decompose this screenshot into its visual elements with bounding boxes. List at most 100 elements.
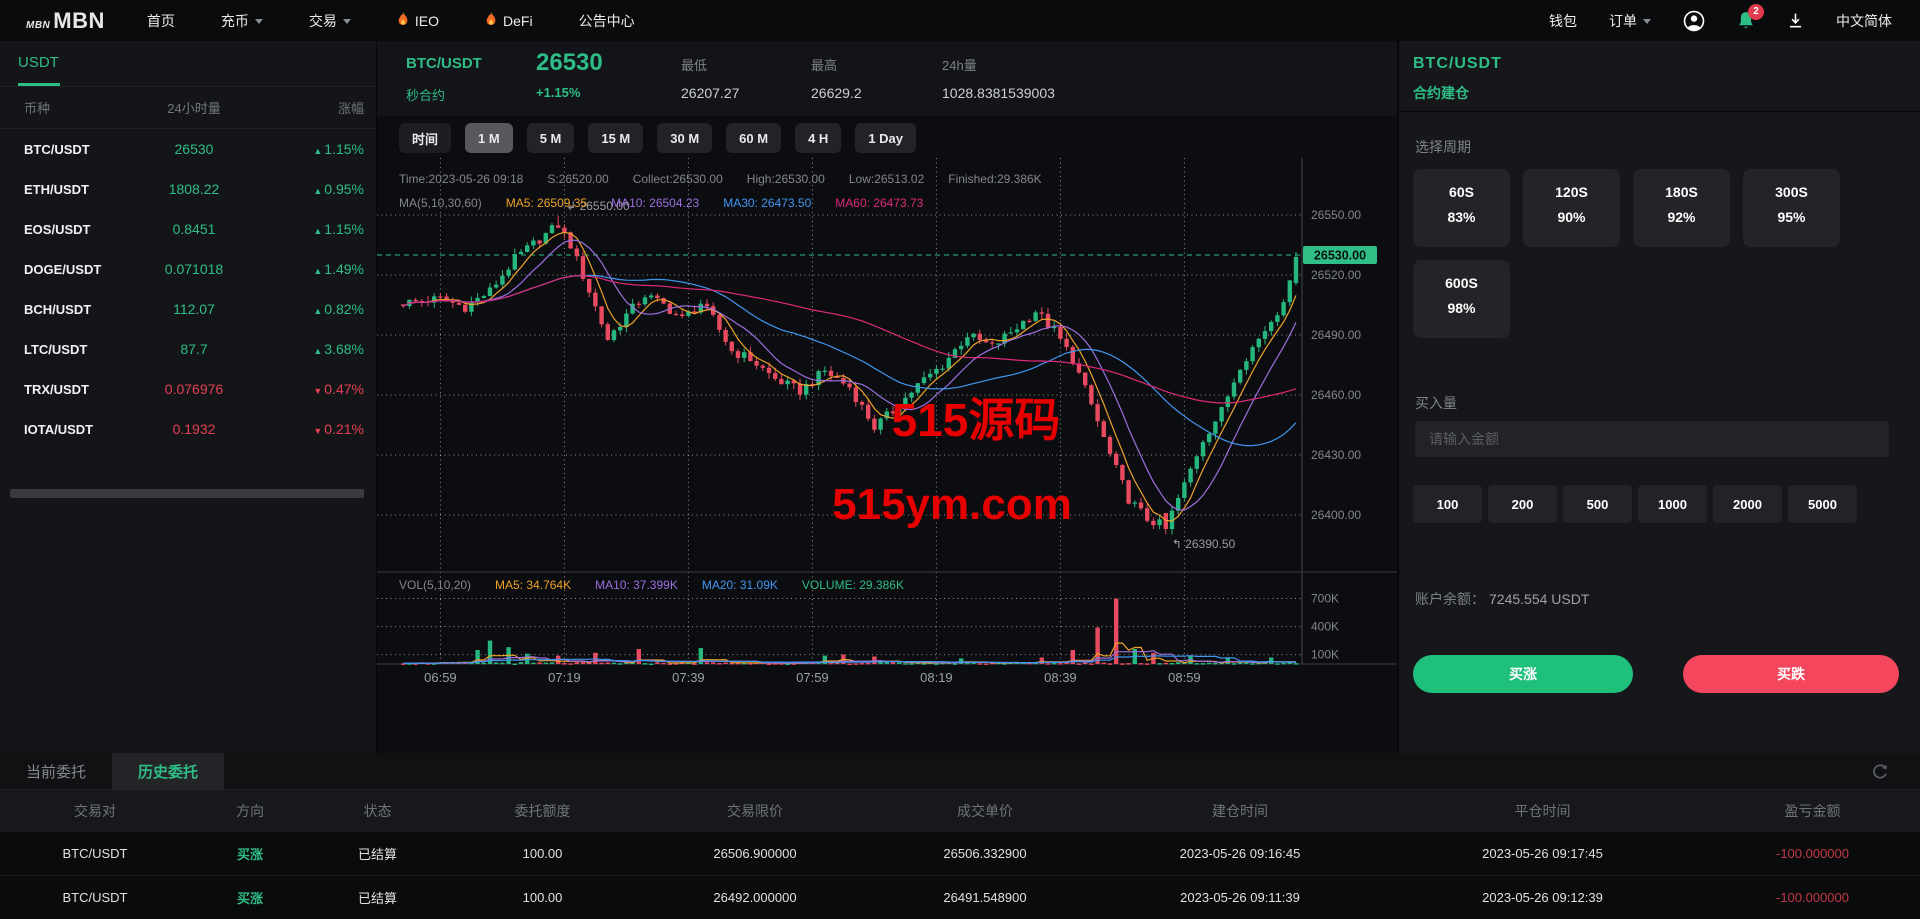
- order-row: BTC/USDT买涨已结算100.0026506.90000026506.332…: [0, 832, 1920, 876]
- svg-text:26460.00: 26460.00: [1311, 388, 1361, 402]
- pair-row-trx[interactable]: TRX/USDT0.076976▼0.47%: [0, 369, 376, 409]
- pair-volume: 26530: [137, 141, 250, 157]
- timeframe-1day[interactable]: 1 Day: [855, 123, 916, 153]
- pair-row-eth[interactable]: ETH/USDT1808.22▲0.95%: [0, 169, 376, 209]
- order-cell: BTC/USDT: [0, 846, 190, 861]
- svg-text:26530.00: 26530.00: [1314, 249, 1366, 263]
- top-navbar: MBN MBN 首页 充币 交易 IEO DeFi 公告中心 钱包 订单 2 中文简体: [0, 0, 1920, 41]
- orders-col: 成交单价: [870, 801, 1100, 821]
- pair-row-eos[interactable]: EOS/USDT0.8451▲1.15%: [0, 209, 376, 249]
- timeframe-30m[interactable]: 30 M: [657, 123, 712, 153]
- nav-item-1[interactable]: 首页: [147, 11, 175, 31]
- chart-symbol: BTC/USDT: [406, 55, 482, 72]
- amount-label: 买入量: [1415, 393, 1457, 413]
- orders-tab-history[interactable]: 历史委托: [112, 753, 224, 790]
- col-volume: 24小时量: [137, 98, 250, 117]
- order-cell: 已结算: [310, 844, 445, 863]
- quick-amount-5000[interactable]: 5000: [1788, 485, 1857, 523]
- quick-amount-2000[interactable]: 2000: [1713, 485, 1782, 523]
- svg-text:700K: 700K: [1311, 592, 1339, 606]
- timeframe-1m[interactable]: 1 M: [465, 123, 513, 153]
- nav-item-orders[interactable]: 订单: [1609, 11, 1651, 31]
- language-selector[interactable]: 中文简体: [1836, 11, 1892, 31]
- buy-up-button[interactable]: 买涨: [1413, 655, 1633, 693]
- amount-input[interactable]: [1415, 421, 1889, 457]
- pair-name: DOGE/USDT: [24, 262, 137, 277]
- period-card-600s[interactable]: 600S98%: [1413, 260, 1510, 338]
- period-name: 60S: [1413, 184, 1510, 200]
- tab-usdt[interactable]: USDT: [18, 54, 59, 71]
- period-card-180s[interactable]: 180S92%: [1633, 169, 1730, 247]
- triangle-up-icon: ▲: [313, 226, 322, 236]
- period-card-60s[interactable]: 60S 83%: [1413, 169, 1510, 247]
- brand-logo-text: MBN: [53, 8, 105, 34]
- orders-section: 当前委托历史委托 交易对方向状态委托额度交易限价成交单价建仓时间平仓时间盈亏金额…: [0, 753, 1920, 919]
- info-segment: MA10: 37.399K: [595, 578, 678, 592]
- pair-name: BCH/USDT: [24, 302, 137, 317]
- info-segment: MA5: 26509.35: [506, 196, 587, 210]
- orders-col: 交易对: [0, 801, 190, 821]
- orders-tab-current[interactable]: 当前委托: [0, 753, 112, 790]
- info-segment: S:26520.00: [547, 172, 608, 186]
- nav-item-4[interactable]: IEO: [397, 12, 439, 30]
- buy-down-button[interactable]: 买跌: [1683, 655, 1899, 693]
- svg-text:26430.00: 26430.00: [1311, 448, 1361, 462]
- quick-amount-200[interactable]: 200: [1488, 485, 1557, 523]
- notification-bell-icon[interactable]: 2: [1737, 11, 1755, 31]
- candlestick-chart[interactable]: 26550.0026520.0026490.0026460.0026430.00…: [377, 158, 1397, 753]
- info-segment: MA30: 26473.50: [723, 196, 811, 210]
- timeframe-5m[interactable]: 5 M: [527, 123, 575, 153]
- timeframe-4h[interactable]: 4 H: [795, 123, 841, 153]
- nav-item-2[interactable]: 充币: [221, 11, 263, 31]
- quick-amount-100[interactable]: 100: [1413, 485, 1482, 523]
- nav-item-3[interactable]: 交易: [309, 11, 351, 31]
- download-icon[interactable]: [1787, 12, 1804, 29]
- pair-row-doge[interactable]: DOGE/USDT0.071018▲1.49%: [0, 249, 376, 289]
- period-grid: 60S 83% 120S90%180S92%300S95% 600S98%: [1413, 169, 1907, 338]
- pair-row-ltc[interactable]: LTC/USDT87.7▲3.68%: [0, 329, 376, 369]
- trade-panel: BTC/USDT 合约建仓 选择周期 60S83%120S90%180S92%3…: [1398, 41, 1920, 753]
- timeframe-60m[interactable]: 60 M: [726, 123, 781, 153]
- pair-list: BTC/USDT26530▲1.15%ETH/USDT1808.22▲0.95%…: [0, 129, 376, 449]
- pair-row-iota[interactable]: IOTA/USDT0.1932▼0.21%: [0, 409, 376, 449]
- pair-volume: 0.076976: [137, 381, 250, 397]
- pair-row-bch[interactable]: BCH/USDT112.07▲0.82%: [0, 289, 376, 329]
- nav-menu: 首页 充币 交易 IEO DeFi 公告中心: [147, 11, 635, 31]
- trading-app: MBN MBN 首页 充币 交易 IEO DeFi 公告中心 钱包 订单 2 中文简体: [0, 0, 1920, 919]
- nav-item-wallet[interactable]: 钱包: [1549, 11, 1577, 31]
- pair-change-value: 0.21%: [324, 421, 364, 437]
- pair-row-btc[interactable]: BTC/USDT26530▲1.15%: [0, 129, 376, 169]
- quick-amount-500[interactable]: 500: [1563, 485, 1632, 523]
- main-area: USDT 币种 24小时量 涨幅 BTC/USDT26530▲1.15%ETH/…: [0, 41, 1920, 753]
- nav-item-6[interactable]: 公告中心: [579, 11, 635, 31]
- avatar-icon[interactable]: [1683, 10, 1705, 32]
- nav-item-label: 充币: [221, 11, 249, 31]
- period-name: 120S: [1523, 184, 1620, 200]
- svg-text:100K: 100K: [1311, 648, 1339, 662]
- svg-text:↰ 26390.50: ↰ 26390.50: [1172, 537, 1236, 551]
- pair-name: IOTA/USDT: [24, 422, 137, 437]
- svg-text:26400.00: 26400.00: [1311, 508, 1361, 522]
- pair-volume: 0.1932: [137, 421, 250, 437]
- stat-value: 26629.2: [811, 85, 862, 101]
- pair-change: ▲1.15%: [251, 141, 364, 157]
- quick-amount-1000[interactable]: 1000: [1638, 485, 1707, 523]
- timeframe-15m[interactable]: 15 M: [588, 123, 643, 153]
- timeframe-label: 时间: [399, 123, 451, 153]
- svg-text:08:59: 08:59: [1168, 670, 1201, 685]
- sidebar-scrollbar[interactable]: [10, 489, 364, 498]
- period-percent: 83%: [1413, 209, 1510, 225]
- orders-table-body: BTC/USDT买涨已结算100.0026506.90000026506.332…: [0, 832, 1920, 919]
- order-cell: 26506.332900: [870, 846, 1100, 861]
- ma-info-line: MA(5,10,30,60)MA5: 26509.35MA10: 26504.2…: [399, 196, 947, 210]
- pair-change-value: 1.15%: [324, 141, 364, 157]
- order-cell: -100.000000: [1705, 890, 1920, 905]
- refresh-icon[interactable]: [1870, 761, 1890, 784]
- nav-item-5[interactable]: DeFi: [485, 12, 533, 30]
- brand-logo[interactable]: MBN MBN: [26, 8, 105, 34]
- ohlc-info-line: Time:2023-05-26 09:18S:26520.00Collect:2…: [399, 172, 1066, 186]
- period-card-120s[interactable]: 120S90%: [1523, 169, 1620, 247]
- pair-change: ▲1.15%: [251, 221, 364, 237]
- period-card-300s[interactable]: 300S95%: [1743, 169, 1840, 247]
- col-change: 涨幅: [251, 98, 364, 117]
